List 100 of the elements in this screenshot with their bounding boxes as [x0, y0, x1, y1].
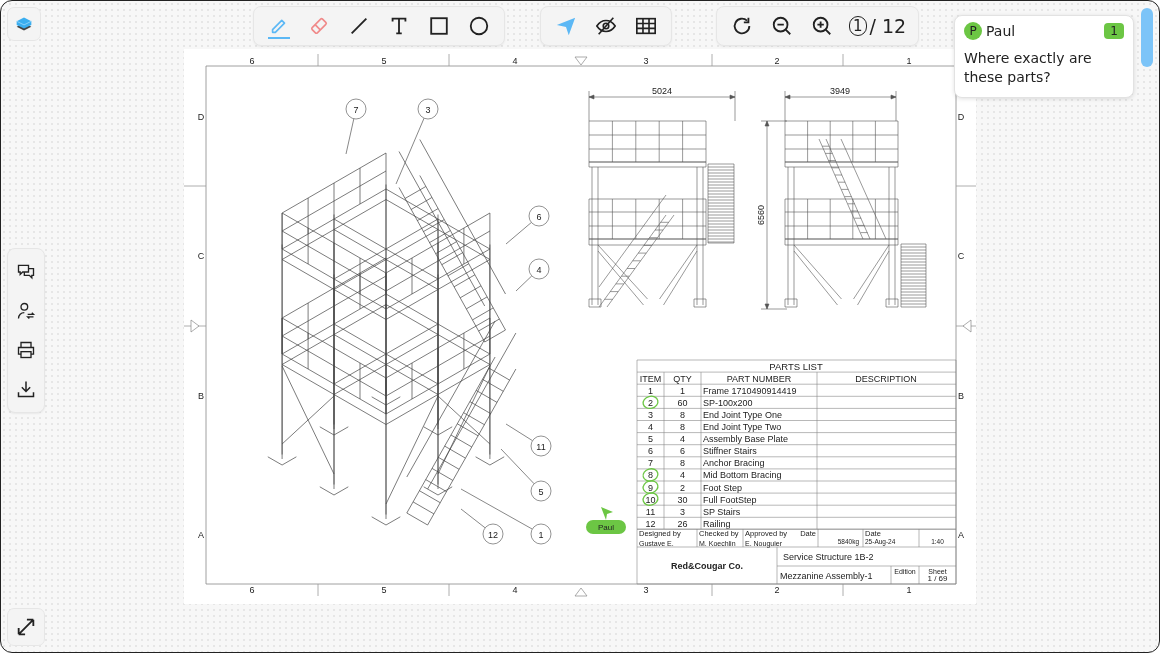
callout-balloon: 7 — [345, 98, 367, 120]
table-cell: 8 — [648, 470, 653, 481]
drawing-title: Service Structure 1B-2 — [783, 552, 874, 562]
table-cell: Anchor Bracing — [703, 458, 765, 469]
table-cell: 5 — [648, 434, 653, 445]
expand-arrows-icon — [15, 616, 37, 638]
leader-line — [395, 117, 425, 185]
zone-label: 6 — [249, 585, 255, 595]
circle-icon — [468, 15, 490, 37]
zone-label: C — [957, 251, 965, 261]
eraser-icon — [308, 15, 330, 37]
app-logo-button[interactable] — [7, 7, 41, 41]
comment-author: Paul — [986, 23, 1017, 39]
zoom-in-icon — [811, 15, 833, 37]
zone-label: 1 — [906, 585, 912, 595]
column-header: DESCRIPTION — [855, 373, 917, 384]
leader-line — [505, 423, 533, 442]
zone-label: C — [197, 251, 205, 261]
table-cell: SP-100x200 — [703, 397, 753, 408]
leader-line — [515, 275, 533, 292]
table-cell: 1 — [648, 385, 653, 396]
chat-bubbles-icon — [16, 262, 36, 282]
zone-label: D — [197, 112, 205, 122]
callout-balloon: 12 — [482, 523, 504, 545]
column-header: ITEM — [639, 373, 662, 384]
print-icon — [16, 340, 36, 360]
zone-label: 1 — [906, 56, 912, 66]
sheet-number: 1 / 69 — [927, 574, 948, 583]
user-avatar: P — [964, 22, 982, 40]
callout-balloon: 1 — [530, 523, 552, 545]
page-count: / 12 — [869, 15, 907, 37]
callout-balloon: 6 — [528, 205, 550, 227]
zoom-out-icon — [771, 15, 793, 37]
zone-label: 2 — [774, 56, 780, 66]
column-header: QTY — [673, 373, 692, 384]
download-icon — [16, 379, 36, 399]
table-cell: 7 — [648, 458, 653, 469]
square-icon — [428, 15, 450, 37]
table-cell: Assembly Base Plate — [703, 434, 789, 445]
zone-label: B — [198, 391, 204, 401]
table-cell: 6 — [680, 446, 685, 457]
table-cell: 8 — [680, 458, 685, 469]
table-cell: 4 — [648, 422, 653, 432]
dimension-label: 5024 — [652, 86, 672, 96]
zone-label: 5 — [381, 56, 387, 66]
zone-label: 5 — [381, 585, 387, 595]
table-cell: 30 — [677, 494, 688, 505]
zone-label: A — [198, 530, 204, 540]
table-cell: 4 — [680, 470, 685, 481]
table-cell: Mid Bottom Bracing — [703, 470, 782, 481]
collaborator-cursor-icon — [601, 507, 613, 520]
rotate-icon — [731, 15, 753, 37]
dimension-label: 6560 — [756, 205, 766, 225]
parts-list-title: PARTS LIST — [769, 360, 823, 372]
leader-line — [345, 118, 355, 155]
table-cell: End Joint Type One — [703, 409, 782, 420]
table-grid-icon — [635, 15, 657, 37]
zone-label: 4 — [512, 56, 518, 66]
table-cell: 2 — [648, 397, 653, 408]
zone-label: D — [957, 112, 965, 122]
callout-balloon: 4 — [528, 258, 550, 280]
scrollbar-thumb[interactable] — [1141, 8, 1153, 67]
table-cell: 2 — [680, 482, 685, 493]
comment-count-badge: 1 — [1104, 23, 1124, 39]
table-cell: SP Stairs — [703, 506, 741, 517]
pointer-arrow-icon — [555, 15, 577, 37]
leader-line — [505, 222, 532, 245]
zone-label: 2 — [774, 585, 780, 595]
zone-label: 3 — [643, 56, 649, 66]
table-cell: 11 — [645, 506, 656, 517]
table-cell: Foot Step — [703, 482, 743, 493]
table-cell: 9 — [648, 482, 653, 493]
callout-balloon: 11 — [530, 435, 552, 457]
callout-balloon: 3 — [417, 98, 439, 120]
user-switch-icon — [16, 301, 36, 321]
table-cell: Stiffner Stairs — [703, 446, 757, 457]
zone-label: 4 — [512, 585, 518, 595]
leader-line — [500, 448, 535, 485]
table-cell: Railing — [703, 518, 731, 529]
table-cell: 3 — [680, 506, 685, 517]
comment-text: Where exactly are these parts? — [964, 49, 1093, 87]
table-cell: 6 — [648, 446, 653, 457]
company-logo-text: Red&Cougar Co. — [671, 561, 743, 571]
line-icon — [348, 15, 370, 37]
table-cell: 10 — [645, 494, 656, 505]
table-cell: Frame 1710490914419 — [703, 385, 797, 396]
table-cell: 8 — [680, 409, 685, 420]
table-cell: 12 — [645, 518, 656, 529]
dimension-label: 3949 — [830, 86, 850, 96]
zone-label: 3 — [643, 585, 649, 595]
table-cell: 3 — [648, 409, 653, 420]
expand-button[interactable] — [7, 608, 45, 646]
table-cell: 26 — [677, 518, 688, 529]
table-cell: 60 — [677, 397, 688, 408]
table-cell: End Joint Type Two — [703, 422, 782, 432]
drawing-subtitle: Mezzanine Assembly-1 — [780, 571, 873, 581]
column-header: PART NUMBER — [726, 373, 792, 384]
table-cell: 8 — [680, 422, 685, 432]
table-cell: Full FootStep — [703, 494, 757, 505]
zone-label: 6 — [249, 56, 255, 66]
